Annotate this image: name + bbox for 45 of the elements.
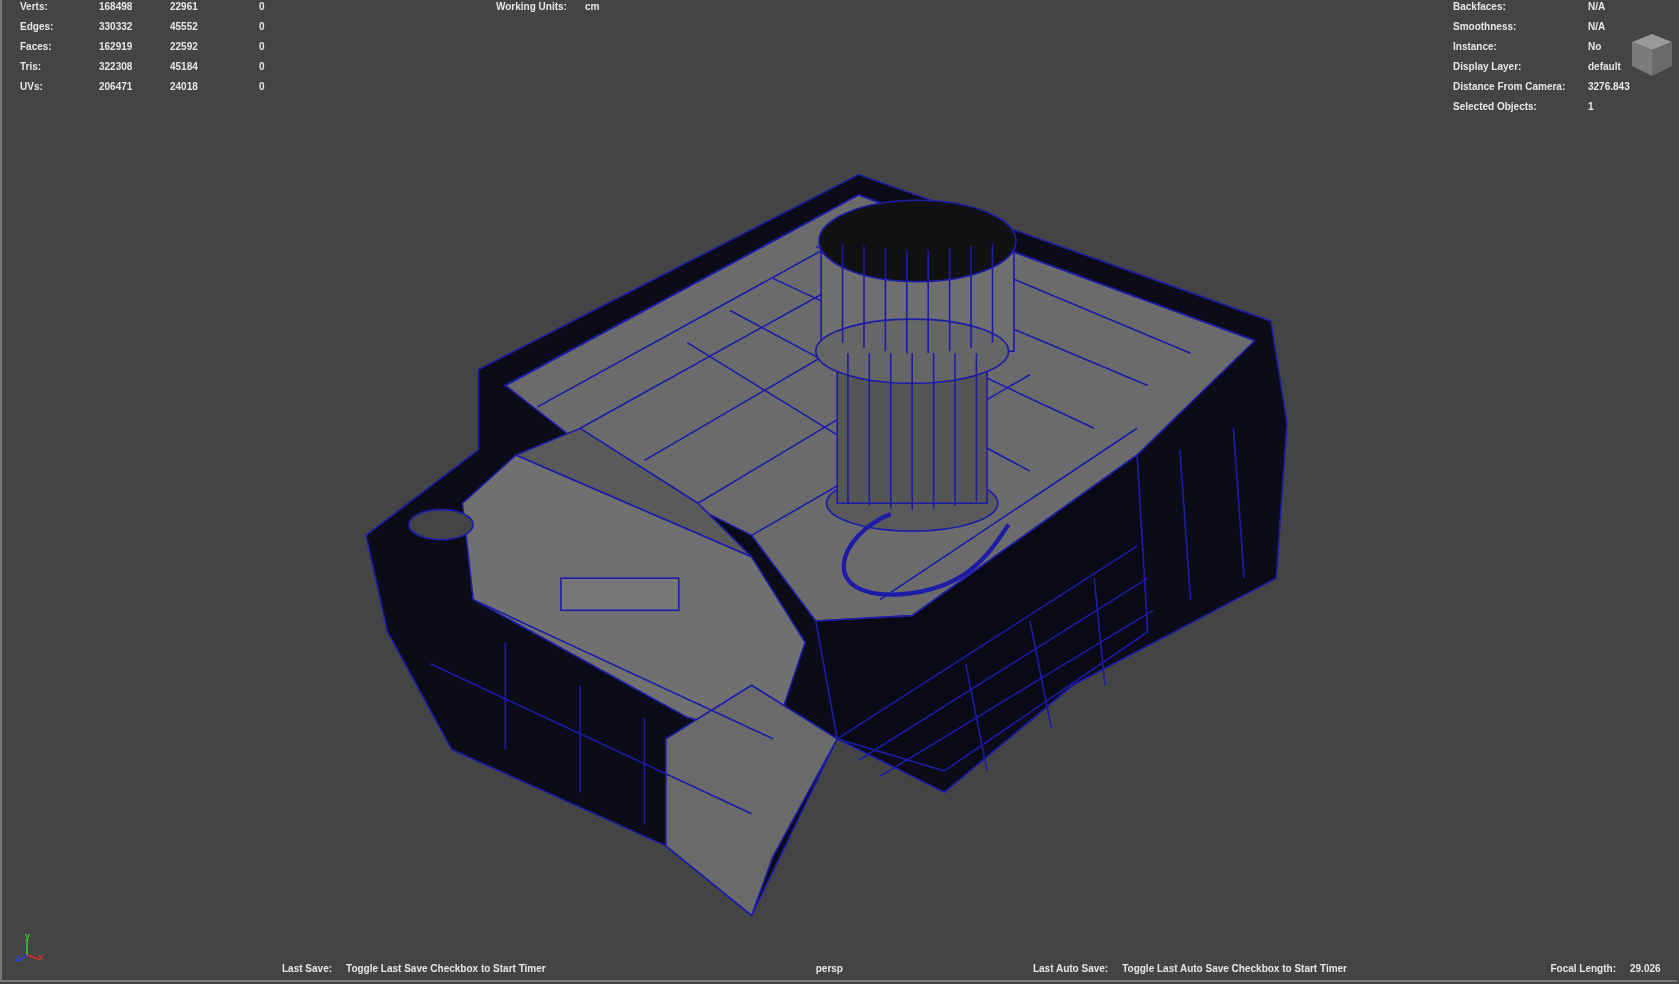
stat-label: Tris: bbox=[20, 60, 43, 74]
stat-label: Faces: bbox=[20, 40, 53, 54]
detail-label: Display Layer: bbox=[1453, 60, 1523, 74]
stat-value: 168498 bbox=[99, 0, 134, 14]
detail-value: No bbox=[1588, 40, 1603, 54]
detail-value: N/A bbox=[1588, 0, 1607, 14]
detail-value: 1 bbox=[1588, 100, 1595, 114]
detail-label: Instance: bbox=[1453, 40, 1498, 54]
stat-value: 22592 bbox=[170, 40, 199, 54]
detail-label: Backfaces: bbox=[1453, 0, 1507, 14]
stat-value: 24018 bbox=[170, 80, 199, 94]
stat-value: 206471 bbox=[99, 80, 134, 94]
stat-value: 45552 bbox=[170, 20, 199, 34]
stat-label: Verts: bbox=[20, 0, 49, 14]
detail-value: N/A bbox=[1588, 20, 1607, 34]
stat-value: 22961 bbox=[170, 0, 199, 14]
last-save-label: Last Save: bbox=[282, 962, 333, 976]
stat-value: 0 bbox=[259, 80, 266, 94]
stat-label: UVs: bbox=[20, 80, 44, 94]
stat-value: 0 bbox=[259, 40, 266, 54]
stat-value: 330332 bbox=[99, 20, 134, 34]
units-value: cm bbox=[584, 0, 600, 14]
stat-value: 45184 bbox=[170, 60, 199, 74]
axis-label: x bbox=[38, 953, 43, 962]
stat-value: 0 bbox=[259, 0, 266, 14]
focal-length-label: Focal Length: bbox=[1550, 962, 1616, 976]
axis-label: y bbox=[25, 932, 30, 941]
detail-value: 3276.843 bbox=[1588, 80, 1631, 94]
focal-length-value: 29.026 bbox=[1630, 962, 1662, 976]
stat-value: 162919 bbox=[99, 40, 134, 54]
detail-value: default bbox=[1588, 60, 1622, 74]
stat-value: 0 bbox=[259, 20, 266, 34]
detail-label: Smoothness: bbox=[1453, 20, 1518, 34]
detail-label: Selected Objects: bbox=[1453, 100, 1538, 114]
last-auto-save-label: Last Auto Save: bbox=[1032, 962, 1109, 976]
detail-label: Distance From Camera: bbox=[1453, 80, 1567, 94]
stat-value: 0 bbox=[259, 60, 266, 74]
last-auto-save-value: Toggle Last Auto Save Checkbox to Start Timer bbox=[1122, 962, 1347, 976]
stat-value: 322308 bbox=[99, 60, 134, 74]
viewport[interactable] bbox=[0, 0, 1677, 982]
units-label: Working Units: bbox=[496, 0, 567, 14]
camera-name: persp bbox=[815, 962, 843, 976]
last-save-value: Toggle Last Save Checkbox to Start Timer bbox=[346, 962, 546, 976]
stat-label: Edges: bbox=[20, 20, 55, 34]
view-cube-icon[interactable] bbox=[1630, 32, 1674, 78]
